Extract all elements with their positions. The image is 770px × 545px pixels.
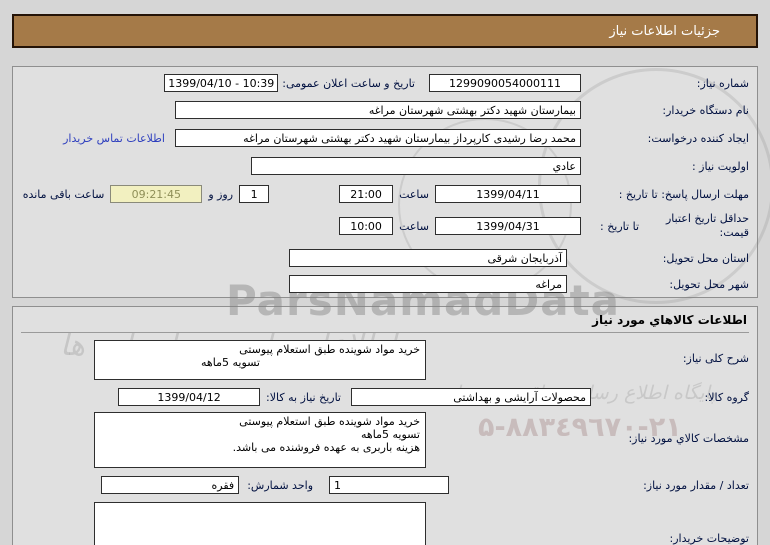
reply-deadline-hour-field[interactable]: 21:00 <box>339 185 394 203</box>
buyer-org-label: نام دستگاه خریدار: <box>662 103 749 117</box>
row-quantity: تعداد / مقدار مورد نیاز: 1 واحد شمارش: ف… <box>21 476 749 494</box>
buyer-notes-label: توضیحات خریدار: <box>669 532 750 545</box>
row-need-number: شماره نیاز: 1299090054000111 تاریخ و ساع… <box>21 74 749 92</box>
specs-line3: هزینه باربری به عهده فروشنده می باشد. <box>232 441 420 454</box>
goods-group-label: گروه کالا: <box>704 390 749 404</box>
row-goods-group: گروه کالا: محصولات آرایشی و بهداشتی تاری… <box>21 388 749 406</box>
reply-deadline-hour-label: ساعت <box>399 187 429 201</box>
need-info-panel: شماره نیاز: 1299090054000111 تاریخ و ساع… <box>12 66 758 298</box>
unit-label: واحد شمارش: <box>247 478 313 492</box>
general-description-line1: خرید مواد شوینده طبق استعلام پیوستی <box>239 343 420 356</box>
need-number-field[interactable]: 1299090054000111 <box>429 74 581 92</box>
general-description-textarea[interactable]: خرید مواد شوینده طبق استعلام پیوستی تسوی… <box>94 340 426 380</box>
row-specs: مشخصات کالاي مورد نیاز: خرید مواد شوینده… <box>21 412 749 468</box>
page-title: جزئیات اطلاعات نیاز <box>609 23 720 39</box>
need-number-label: شماره نیاز: <box>696 76 749 90</box>
row-reply-deadline: مهلت ارسال پاسخ: تا تاریخ : 1399/04/11 س… <box>21 185 749 203</box>
general-description-line2: تسویه 5ماهه <box>201 356 260 369</box>
goods-section-header: اطلاعات کالاهاي مورد نیاز <box>21 307 749 333</box>
row-price-validity: حداقل تاریخ اعتبار قیمت: تا تاریخ : 1399/… <box>21 210 749 242</box>
city-label: شهر محل تحویل: <box>669 277 749 291</box>
time-remaining-label: ساعت باقی مانده <box>22 187 105 201</box>
price-validity-hour-field[interactable]: 10:00 <box>339 217 394 235</box>
days-remaining-label: روز و <box>208 187 234 201</box>
need-date-label: تاریخ نیاز به کالا: <box>266 390 341 404</box>
buyer-notes-textarea[interactable] <box>94 502 426 545</box>
goods-group-field[interactable]: محصولات آرایشی و بهداشتی <box>351 388 591 406</box>
price-validity-hour-label: ساعت <box>399 219 429 233</box>
priority-label: اولویت نیاز : <box>691 159 749 173</box>
buyer-org-field[interactable]: بیمارستان شهید دکتر بهشتی شهرستان مراغه <box>175 101 581 119</box>
price-validity-date-field[interactable]: 1399/04/31 <box>435 217 581 235</box>
need-date-field[interactable]: 1399/04/12 <box>118 388 261 406</box>
province-label: استان محل تحویل: <box>662 251 749 265</box>
unit-field[interactable]: فقره <box>101 476 240 494</box>
row-city: شهر محل تحویل: مراغه <box>21 275 749 293</box>
city-field[interactable]: مراغه <box>289 275 567 293</box>
row-priority: اولویت نیاز : عادي <box>21 157 749 175</box>
general-description-label: شرح کلی نیاز: <box>682 352 749 365</box>
specs-textarea[interactable]: خرید مواد شوینده طبق استعلام پیوستی تسوی… <box>94 412 426 468</box>
time-remaining-field: 09:21:45 <box>110 185 203 203</box>
goods-info-panel: اطلاعات کالاهاي مورد نیاز شرح کلی نیاز: … <box>12 306 758 545</box>
specs-label: مشخصات کالاي مورد نیاز: <box>628 432 749 445</box>
quantity-field[interactable]: 1 <box>329 476 449 494</box>
buyer-contact-link[interactable]: اطلاعات تماس خریدار <box>63 132 165 145</box>
request-creator-label: ایجاد کننده درخواست: <box>647 131 749 145</box>
specs-line2: تسویه 5ماهه <box>361 428 420 441</box>
days-remaining-field[interactable]: 1 <box>239 185 270 203</box>
row-buyer-notes: توضیحات خریدار: <box>21 502 749 545</box>
announce-datetime-field[interactable]: 1399/04/10 - 10:39 <box>164 74 279 92</box>
reply-deadline-date-field[interactable]: 1399/04/11 <box>435 185 581 203</box>
quantity-label: تعداد / مقدار مورد نیاز: <box>643 478 749 492</box>
request-creator-field[interactable]: محمد رضا رشیدی کارپرداز بیمارستان شهید د… <box>175 129 581 147</box>
announce-datetime-label: تاریخ و ساعت اعلان عمومی: <box>282 76 415 90</box>
row-province: استان محل تحویل: آذربایجان شرقی <box>21 249 749 267</box>
price-validity-label: حداقل تاریخ اعتبار قیمت: <box>665 212 749 239</box>
province-field[interactable]: آذربایجان شرقی <box>289 249 567 267</box>
need-details-window: ParsNamadData اطلاعات پارس نماد داده ها … <box>0 0 770 545</box>
row-request-creator: ایجاد کننده درخواست: محمد رضا رشیدی کارپ… <box>21 129 749 147</box>
reply-deadline-label: مهلت ارسال پاسخ: تا تاریخ : <box>618 187 749 201</box>
priority-field[interactable]: عادي <box>251 157 581 175</box>
specs-line1: خرید مواد شوینده طبق استعلام پیوستی <box>239 415 420 428</box>
row-general-description: شرح کلی نیاز: خرید مواد شوینده طبق استعل… <box>21 340 749 380</box>
price-validity-until-label: تا تاریخ : <box>600 219 639 233</box>
title-bar: جزئیات اطلاعات نیاز <box>12 14 758 48</box>
row-buyer-org: نام دستگاه خریدار: بیمارستان شهید دکتر ب… <box>21 101 749 119</box>
